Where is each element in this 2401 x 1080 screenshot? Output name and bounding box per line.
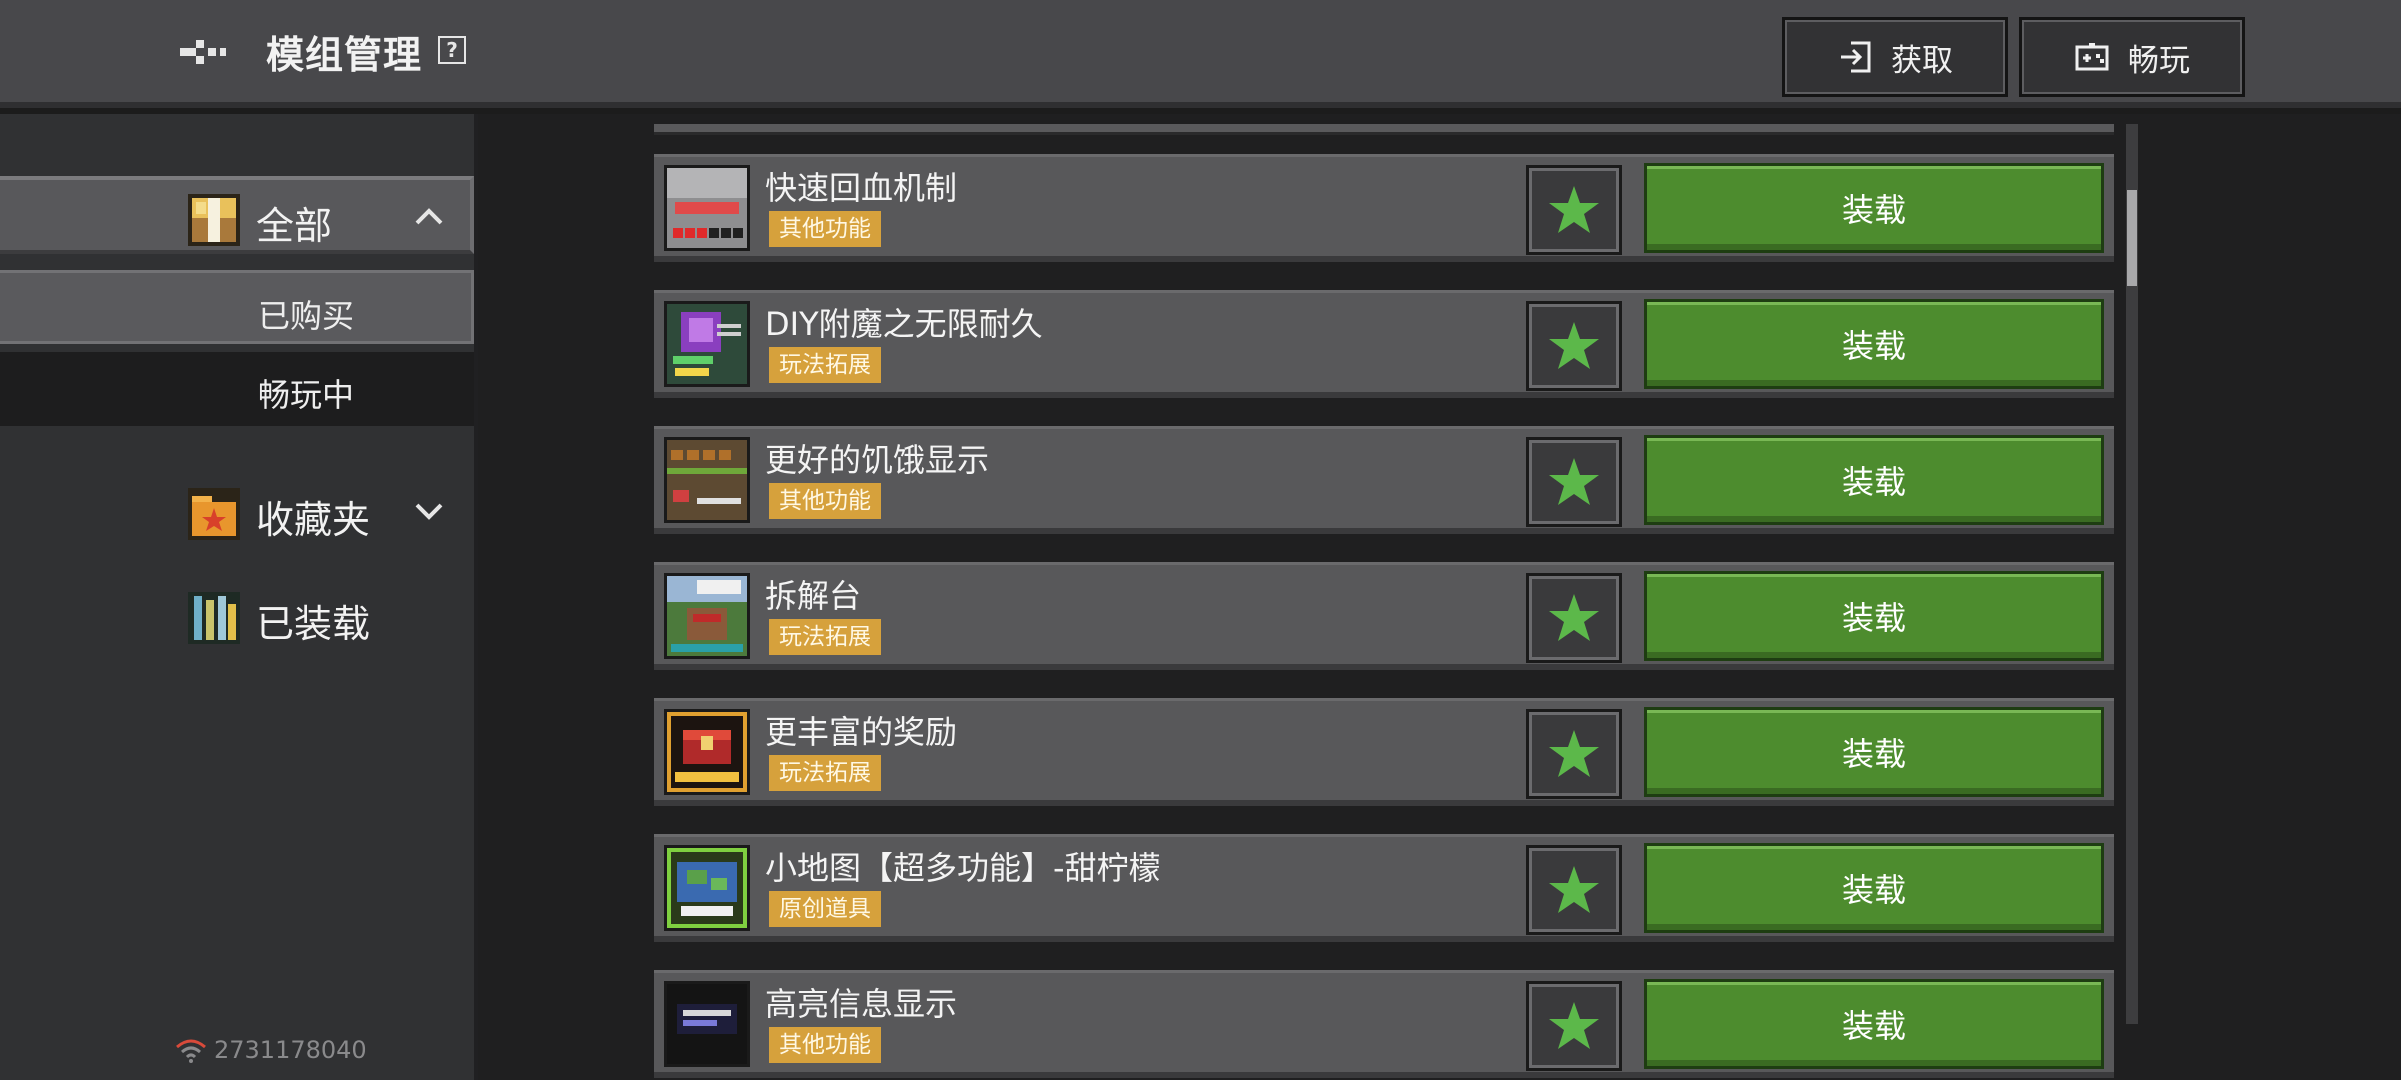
mod-row[interactable]: 更丰富的奖励 玩法拓展 装载: [654, 698, 2114, 806]
help-icon[interactable]: ?: [438, 36, 466, 64]
favorite-button[interactable]: [1526, 165, 1622, 255]
load-button[interactable]: 装载: [1644, 707, 2104, 797]
disassembly-table-image: [667, 576, 747, 656]
mod-name: DIY附魔之无限耐久: [765, 305, 1043, 343]
sidebar-item-all[interactable]: 全部: [0, 176, 474, 254]
sidebar-label-playing: 畅玩中: [258, 376, 355, 414]
star-icon: [1549, 322, 1599, 369]
chevron-down-icon: [415, 503, 443, 520]
list-top-edge: [654, 124, 2114, 135]
mod-category-tag: 其他功能: [769, 483, 881, 519]
star-icon: [1549, 1002, 1599, 1049]
hunger-bar-image: [667, 440, 747, 520]
import-icon: [1841, 41, 1871, 73]
mod-row[interactable]: DIY附魔之无限耐久 玩法拓展 装载: [654, 290, 2114, 398]
play-button[interactable]: 畅玩: [2019, 17, 2245, 97]
mod-thumbnail: [664, 709, 750, 795]
mod-thumbnail: [664, 845, 750, 931]
bookshelf-icon: [188, 592, 240, 644]
reward-chest-image: [667, 712, 747, 792]
sidebar-item-playing[interactable]: 畅玩中: [0, 352, 474, 426]
mod-row[interactable]: 更好的饥饿显示 其他功能 装载: [654, 426, 2114, 534]
category-sidebar: 全部 已购买 畅玩中 收藏夹 已装载 2731178040: [0, 114, 478, 1080]
play-button-label: 畅玩: [2128, 42, 2190, 79]
mod-row[interactable]: 高亮信息显示 其他功能 装载: [654, 970, 2114, 1078]
mod-category-tag: 其他功能: [769, 1027, 881, 1063]
mod-name: 更丰富的奖励: [765, 713, 958, 751]
chest-icon: [188, 194, 240, 246]
mod-name: 更好的饥饿显示: [765, 441, 990, 479]
folder-star-icon: [188, 488, 240, 540]
mod-row[interactable]: 拆解台 玩法拓展 装载: [654, 562, 2114, 670]
mod-row[interactable]: 快速回血机制 其他功能 装载: [654, 154, 2114, 262]
back-arrow-icon[interactable]: [178, 30, 228, 74]
star-icon: [1549, 730, 1599, 777]
get-button[interactable]: 获取: [1782, 17, 2008, 97]
star-icon: [1549, 186, 1599, 233]
mod-category-tag: 其他功能: [769, 211, 881, 247]
load-button[interactable]: 装载: [1644, 843, 2104, 933]
account-id: 2731178040: [214, 1036, 367, 1064]
star-icon: [1549, 866, 1599, 913]
mod-category-tag: 玩法拓展: [769, 619, 881, 655]
favorite-button[interactable]: [1526, 301, 1622, 391]
mod-name: 快速回血机制: [765, 169, 958, 207]
mod-name: 高亮信息显示: [765, 985, 958, 1023]
load-button[interactable]: 装载: [1644, 979, 2104, 1069]
mod-category-tag: 玩法拓展: [769, 347, 881, 383]
heart-pack-image: [667, 168, 747, 248]
mod-row[interactable]: 小地图【超多功能】-甜柠檬 原创道具 装载: [654, 834, 2114, 942]
enchant-book-image: [667, 304, 747, 384]
favorite-button[interactable]: [1526, 981, 1622, 1071]
mod-category-tag: 原创道具: [769, 891, 881, 927]
info-display-image: [667, 984, 747, 1064]
mod-thumbnail: [664, 301, 750, 387]
favorite-button[interactable]: [1526, 573, 1622, 663]
wifi-icon: [176, 1039, 206, 1063]
get-button-label: 获取: [1891, 42, 1953, 79]
star-icon: [1549, 594, 1599, 641]
load-button[interactable]: 装载: [1644, 571, 2104, 661]
favorite-button[interactable]: [1526, 437, 1622, 527]
top-bar: 模组管理 ? 获取 畅玩: [0, 0, 2401, 108]
sidebar-label-loaded: 已装载: [256, 602, 371, 646]
scrollbar-thumb[interactable]: [2127, 190, 2137, 286]
star-icon: [1549, 458, 1599, 505]
load-button[interactable]: 装载: [1644, 435, 2104, 525]
minimap-image: [667, 848, 747, 928]
mod-thumbnail: [664, 165, 750, 251]
favorite-button[interactable]: [1526, 845, 1622, 935]
gamepad-icon: [2075, 43, 2109, 71]
sidebar-item-purchased[interactable]: 已购买: [0, 270, 474, 344]
mod-thumbnail: [664, 437, 750, 523]
mod-thumbnail: [664, 573, 750, 659]
mod-name: 小地图【超多功能】-甜柠檬: [765, 849, 1161, 887]
sidebar-item-loaded[interactable]: 已装载: [0, 578, 474, 656]
mod-thumbnail: [664, 981, 750, 1067]
sidebar-label-purchased: 已购买: [258, 297, 355, 335]
mod-category-tag: 玩法拓展: [769, 755, 881, 791]
sidebar-label-all: 全部: [256, 204, 333, 248]
network-status: 2731178040: [174, 1036, 367, 1064]
sidebar-label-favorites: 收藏夹: [256, 498, 371, 542]
load-button[interactable]: 装载: [1644, 299, 2104, 389]
chevron-up-icon: [415, 208, 443, 225]
favorite-button[interactable]: [1526, 709, 1622, 799]
load-button[interactable]: 装载: [1644, 163, 2104, 253]
mod-name: 拆解台: [765, 577, 862, 615]
sidebar-item-favorites[interactable]: 收藏夹: [0, 474, 474, 552]
page-title: 模组管理: [266, 33, 423, 77]
